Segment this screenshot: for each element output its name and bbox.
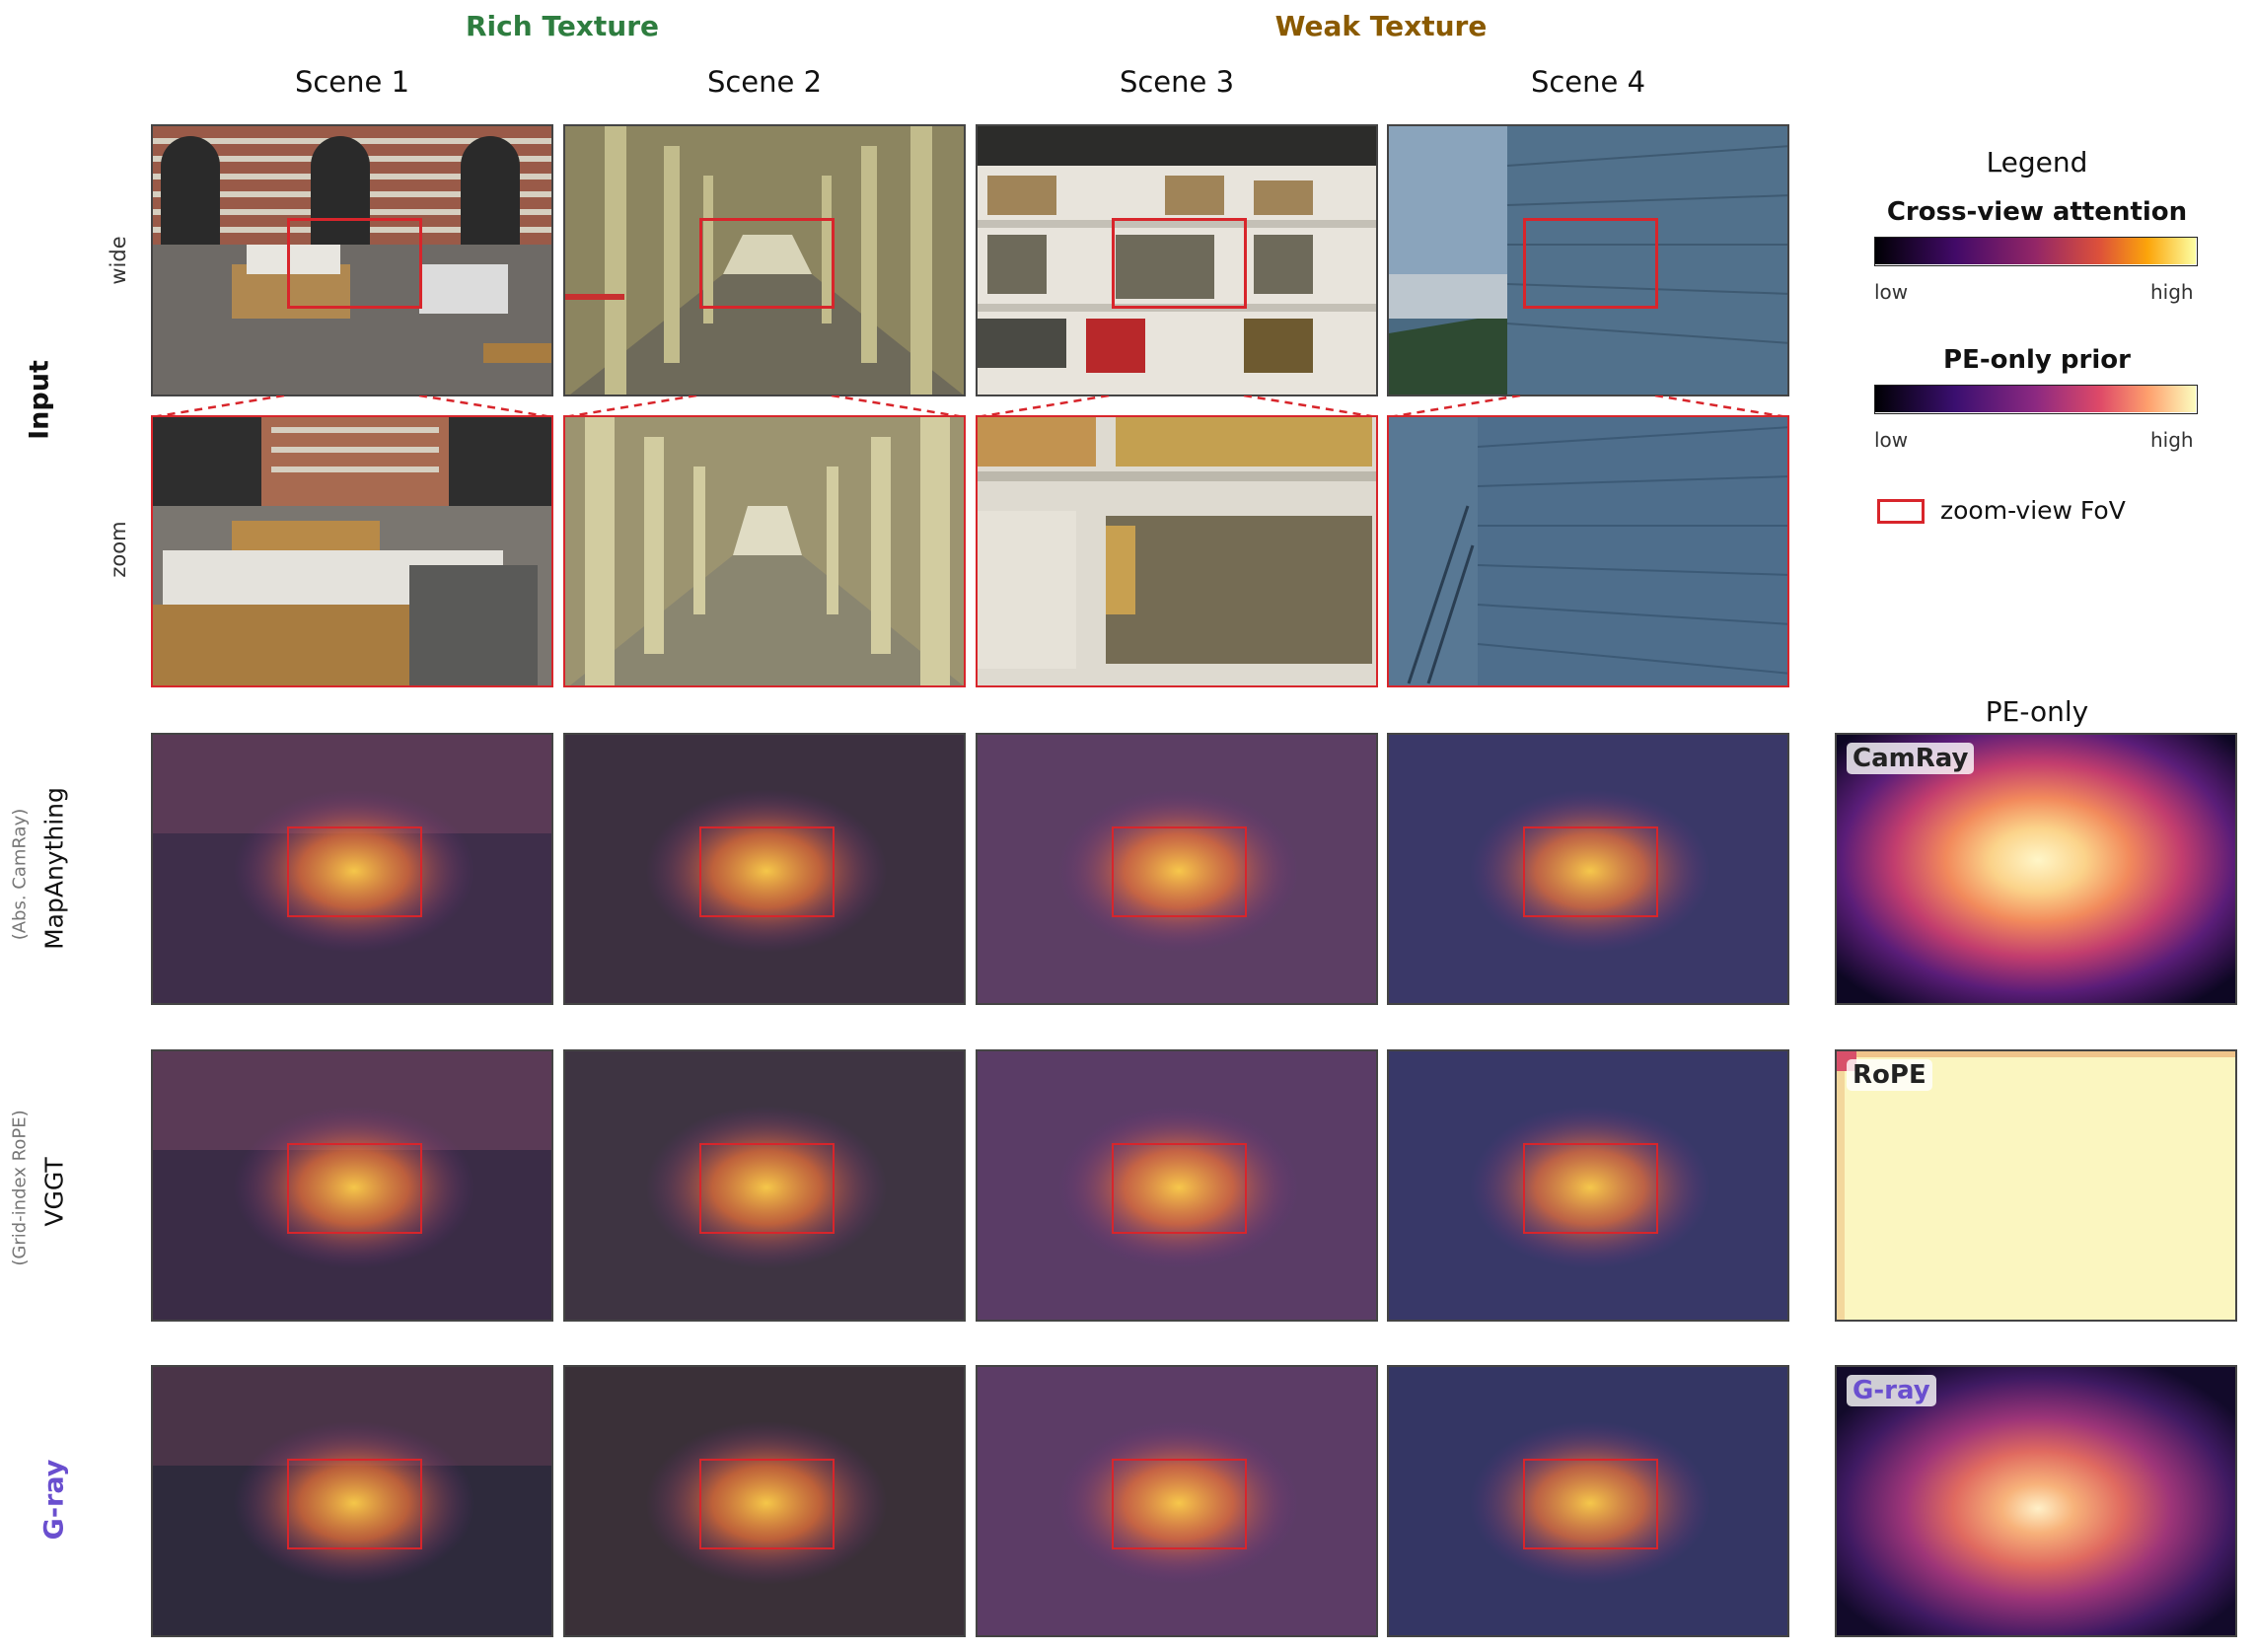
pe-only-gray: G-ray xyxy=(1835,1365,2237,1637)
zoom-scene-3 xyxy=(976,415,1378,687)
fov-box xyxy=(1112,1143,1247,1234)
row-label-input: Input xyxy=(24,360,55,440)
fov-box xyxy=(287,826,422,917)
vggt-scene-1 xyxy=(151,1049,553,1322)
fov-box xyxy=(287,218,422,309)
gray-scene-2 xyxy=(563,1365,966,1637)
vggt-scene-2 xyxy=(563,1049,966,1322)
fov-box xyxy=(699,826,835,917)
wide-scene-3 xyxy=(976,124,1378,396)
fov-box xyxy=(699,1143,835,1234)
scene-1-title: Scene 1 xyxy=(294,65,410,99)
zoom-scene-2 xyxy=(563,415,966,687)
pe-only-camray: CamRay xyxy=(1835,733,2237,1005)
mapanything-scene-4 xyxy=(1387,733,1789,1005)
row-label-vggt: VGGT xyxy=(39,1157,69,1227)
row-label-vggt-sub: (Grid-index RoPE) xyxy=(9,1110,31,1266)
vggt-scene-3 xyxy=(976,1049,1378,1322)
pe-only-title: PE-only xyxy=(1985,695,2089,728)
fov-box xyxy=(1112,218,1247,309)
scene-4-title: Scene 4 xyxy=(1530,65,1646,99)
wide-scene-1 xyxy=(151,124,553,396)
fov-box xyxy=(1523,218,1658,309)
pe-only-rope-tag: RoPE xyxy=(1847,1059,1932,1091)
row-label-mapanything-sub: (Abs. CamRay) xyxy=(9,808,31,941)
vggt-scene-4 xyxy=(1387,1049,1789,1322)
pe-prior-low-label: low xyxy=(1874,428,1909,452)
fov-box xyxy=(1523,826,1658,917)
gray-scene-1 xyxy=(151,1365,553,1637)
zoom-scene-4 xyxy=(1387,415,1789,687)
gray-scene-3 xyxy=(976,1365,1378,1637)
fov-box xyxy=(287,1143,422,1234)
row-label-mapanything: MapAnything xyxy=(39,787,69,950)
pe-only-gray-tag: G-ray xyxy=(1847,1375,1936,1406)
legend-cross-view-title: Cross-view attention xyxy=(1886,197,2188,227)
fov-box xyxy=(699,218,835,309)
wide-scene-2 xyxy=(563,124,966,396)
mapanything-scene-2 xyxy=(563,733,966,1005)
mapanything-scene-3 xyxy=(976,733,1378,1005)
scene-2-title: Scene 2 xyxy=(706,65,823,99)
fov-box xyxy=(699,1459,835,1549)
scene-3-title: Scene 3 xyxy=(1119,65,1235,99)
legend-pe-prior-title: PE-only prior xyxy=(1943,345,2131,375)
gray-scene-4 xyxy=(1387,1365,1789,1637)
cross-view-low-label: low xyxy=(1874,280,1909,304)
fov-legend-swatch xyxy=(1877,499,1925,524)
mapanything-scene-1 xyxy=(151,733,553,1005)
row-label-zoom: zoom xyxy=(107,521,130,578)
row-label-wide: wide xyxy=(107,236,130,285)
group-weak-texture: Weak Texture xyxy=(1274,10,1488,42)
pe-only-camray-tag: CamRay xyxy=(1847,743,1975,774)
legend-title: Legend xyxy=(1986,146,2088,179)
fov-box xyxy=(1112,1459,1247,1549)
pe-only-rope: RoPE xyxy=(1835,1049,2237,1322)
group-rich-texture: Rich Texture xyxy=(466,10,659,42)
pe-prior-colorbar xyxy=(1874,385,2198,414)
fov-box xyxy=(1112,826,1247,917)
cross-view-colorbar xyxy=(1874,237,2198,266)
zoom-scene-1 xyxy=(151,415,553,687)
wide-scene-4 xyxy=(1387,124,1789,396)
cross-view-high-label: high xyxy=(2150,280,2194,304)
fov-box xyxy=(287,1459,422,1549)
fov-box xyxy=(1523,1143,1658,1234)
row-label-gray: G-ray xyxy=(38,1459,70,1541)
fov-box xyxy=(1523,1459,1658,1549)
fov-legend-label: zoom-view FoV xyxy=(1940,496,2126,525)
pe-prior-high-label: high xyxy=(2150,428,2194,452)
